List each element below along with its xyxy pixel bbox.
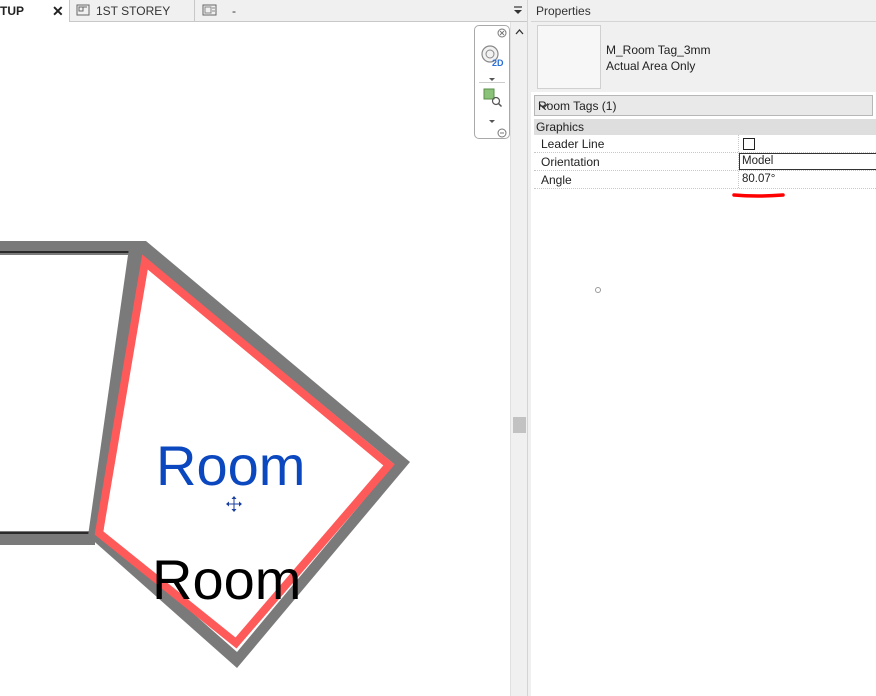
type-name: M_Room Tag_3mm [606, 43, 711, 57]
type-subtitle: Actual Area Only [606, 59, 696, 73]
property-row-leader-line: Leader Line [534, 135, 876, 153]
nav-divider [479, 82, 505, 83]
navigation-bar: 2D [474, 25, 510, 139]
group-label: Graphics [536, 120, 585, 134]
group-graphics[interactable]: Graphics [534, 119, 876, 135]
drawing-view[interactable]: Room Room [0, 22, 510, 696]
instance-filter-dropdown[interactable]: Room Tags (1) [534, 95, 873, 116]
angle-field[interactable]: 80.07° [738, 171, 876, 188]
cursor-dot [595, 287, 601, 293]
tab-1st-storey[interactable]: 1ST STOREY [70, 0, 195, 22]
orientation-select[interactable]: Model [738, 153, 876, 170]
leader-line-checkbox[interactable] [743, 138, 755, 150]
orientation-value: Model [742, 155, 774, 167]
tab-label: 1ST STOREY [96, 4, 171, 18]
red-underline-annotation [732, 193, 785, 198]
property-label: Leader Line [541, 137, 605, 151]
chevron-down-icon[interactable] [488, 72, 496, 86]
tab-label: TUP [0, 4, 24, 18]
angle-value: 80.07° [742, 173, 776, 185]
room-tag-selected[interactable]: Room [156, 438, 305, 494]
zoom-region-icon[interactable] [483, 88, 503, 111]
scrollbar-thumb[interactable] [513, 417, 526, 433]
chevron-down-icon[interactable] [538, 99, 868, 113]
vertical-scrollbar[interactable] [510, 22, 527, 696]
tab-label: - [232, 4, 236, 18]
property-value [738, 135, 876, 152]
tab-active-view[interactable]: TUP ✕ [0, 0, 70, 22]
properties-header: Properties [531, 0, 876, 22]
tab-sheet[interactable]: - [198, 0, 278, 22]
close-icon[interactable]: ✕ [52, 3, 64, 20]
sheet-icon [202, 3, 218, 20]
options-icon[interactable] [497, 127, 507, 141]
close-icon[interactable] [497, 27, 507, 41]
property-label: Orientation [541, 155, 600, 169]
floor-plan-icon [76, 3, 90, 20]
wheel-2d-label: 2D [492, 58, 504, 68]
type-preview-image [537, 25, 601, 89]
property-row-angle: Angle 80.07° [534, 171, 876, 189]
scroll-up-icon[interactable] [513, 26, 526, 36]
tab-menu-icon[interactable] [512, 5, 524, 17]
property-label: Angle [541, 173, 572, 187]
room-name-label: Room [152, 548, 302, 611]
chevron-down-icon[interactable] [488, 114, 496, 128]
type-selector[interactable]: M_Room Tag_3mm Actual Area Only [531, 22, 876, 92]
properties-title: Properties [536, 4, 591, 18]
properties-palette: Properties M_Room Tag_3mm Actual Area On… [531, 0, 876, 696]
property-row-orientation: Orientation Model [534, 153, 876, 171]
view-tab-bar: TUP ✕ 1ST STOREY - [0, 0, 528, 22]
